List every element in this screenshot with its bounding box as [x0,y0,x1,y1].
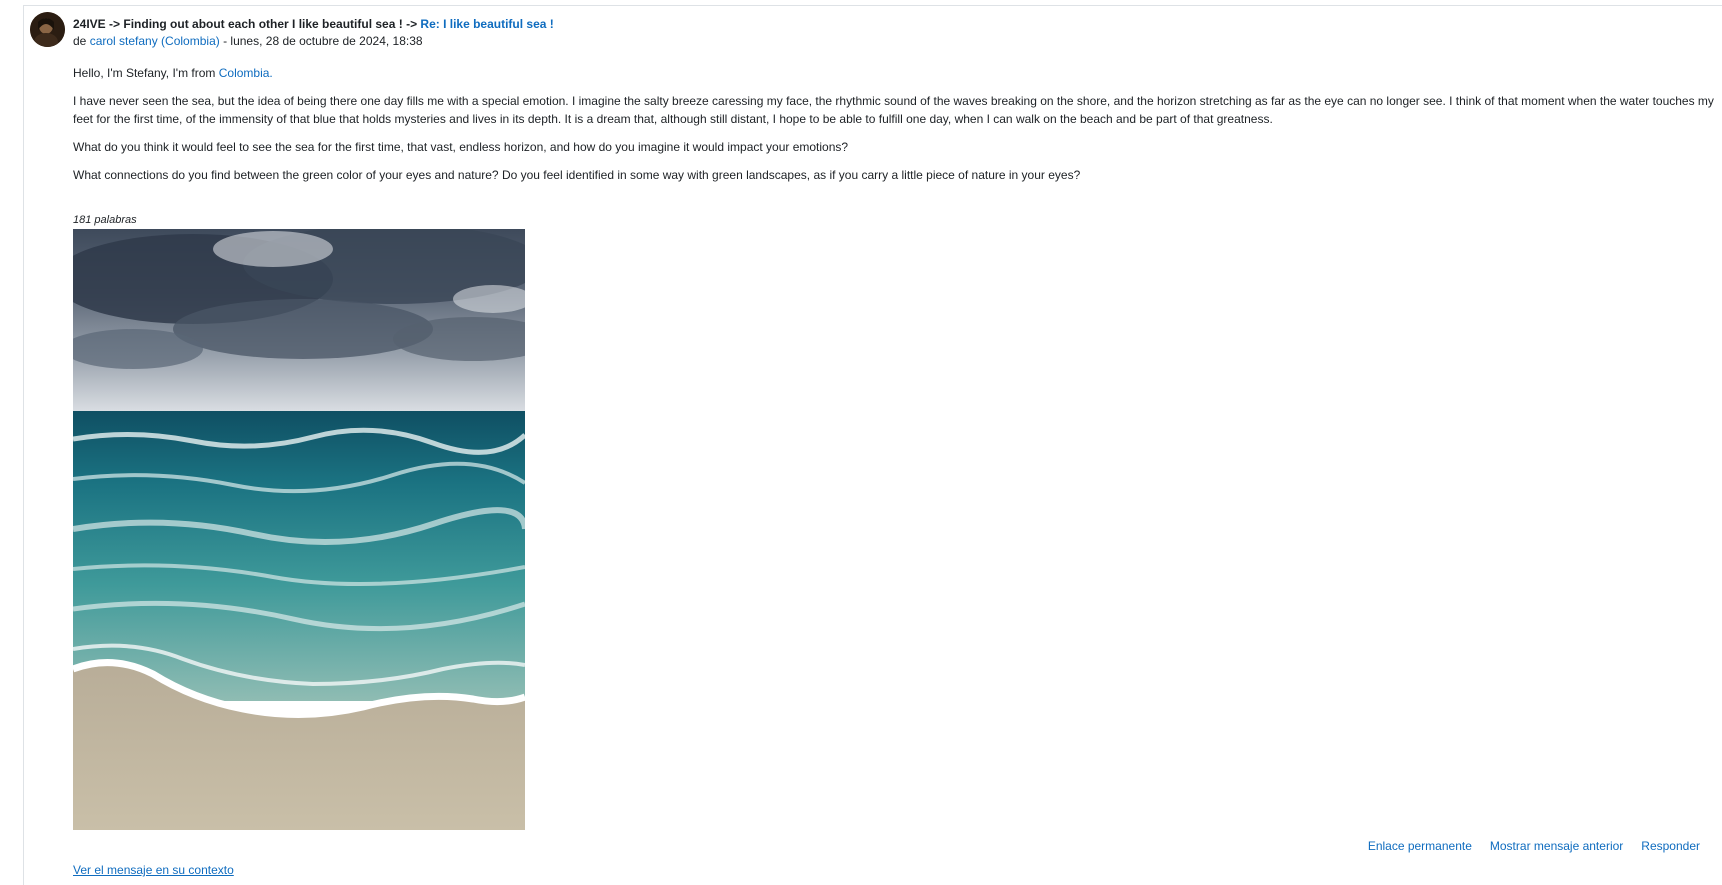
post-meta: de carol stefany (Colombia) - lunes, 28 … [73,33,423,49]
post-paragraph: I have never seen the sea, but the idea … [73,94,1714,126]
post-paragraph: Hello, I'm Stefany, I'm from Colombia. [73,64,1722,82]
reply-link[interactable]: Responder [1641,839,1700,853]
forum-post: 24IVE -> Finding out about each other I … [23,5,1722,885]
post-date: - lunes, 28 de octubre de 2024, 18:38 [219,34,423,48]
author-prefix: de [73,34,90,48]
post-subject: 24IVE -> Finding out about each other I … [73,16,554,32]
permalink-link[interactable]: Enlace permanente [1368,839,1472,853]
author-link[interactable]: carol stefany (Colombia) [90,34,220,48]
avatar-photo [30,12,65,47]
sea-photo [73,229,525,830]
discussion-link[interactable]: Re: I like beautiful sea ! [420,17,553,31]
paragraph-text: Hello, I'm Stefany, I'm from [73,66,219,80]
course-name: 24IVE [73,17,106,31]
breadcrumb-separator: -> [402,17,421,31]
post-paragraph: What connections do you find between the… [73,168,1081,182]
word-count: 181 palabras [73,214,137,226]
post-paragraph: What do you think it would feel to see t… [73,140,849,154]
post-actions: Enlace permanente Mostrar mensaje anterio… [1350,838,1700,854]
context-link[interactable]: Ver el mensaje en su contexto [73,862,234,878]
country-link[interactable]: Colombia. [219,66,273,80]
forum-name: Finding out about each other I like beau… [123,17,403,31]
author-avatar[interactable] [30,12,65,47]
beach-image [73,229,525,830]
post-body: Hello, I'm Stefany, I'm from Colombia. I… [73,64,1722,194]
breadcrumb-separator: -> [105,17,124,31]
show-parent-link[interactable]: Mostrar mensaje anterior [1490,839,1623,853]
